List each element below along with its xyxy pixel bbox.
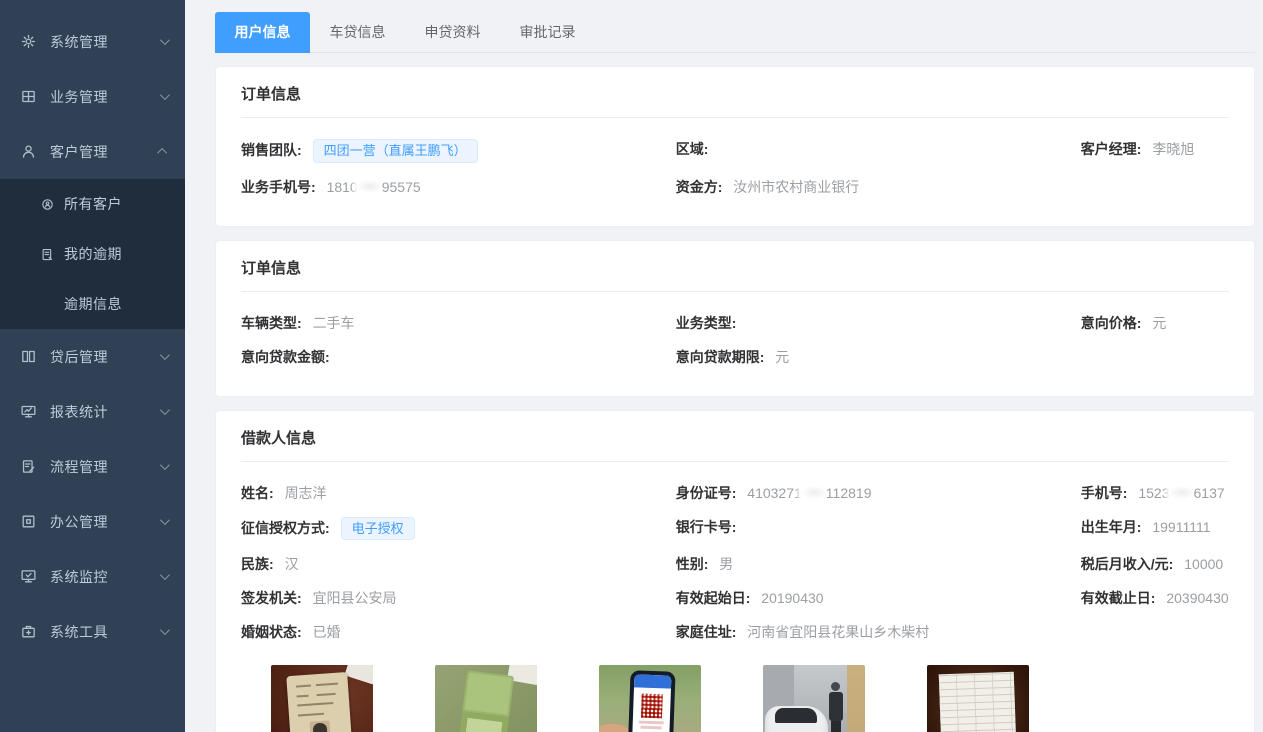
field-account-manager: 客户经理: 李晓旭: [1081, 132, 1229, 170]
book-icon: [20, 348, 37, 365]
field-ethnicity: 民族: 汉: [241, 547, 676, 581]
sidebar-item-label: 系统管理: [50, 32, 154, 52]
chevron-down-icon: [160, 515, 170, 525]
clipboard-icon: [20, 458, 37, 475]
document-photo-gallery: [241, 665, 1229, 732]
phone-qr-code-photo-thumbnail[interactable]: [599, 665, 701, 732]
field-birth-date: 出生年月: 19911111: [1081, 510, 1229, 548]
redaction-blur: [802, 486, 826, 499]
field-gender: 性别: 男: [676, 547, 1081, 581]
chevron-down-icon: [160, 90, 170, 100]
field-home-address: 家庭住址: 河南省宜阳县花果山乡木柴村: [676, 615, 1081, 649]
sidebar-item-business-management[interactable]: 业务管理: [0, 69, 185, 124]
sidebar-item-report-statistics[interactable]: 报表统计: [0, 384, 185, 439]
field-id-number: 身份证号: 4103271112819: [676, 476, 1081, 510]
field-valid-from: 有效起始日: 20190430: [676, 581, 1081, 615]
tab-approval-records[interactable]: 审批记录: [500, 12, 595, 53]
monitor-chart-icon: [20, 403, 37, 420]
id-card-photo-thumbnail[interactable]: [271, 665, 373, 732]
vehicle-license-photo-thumbnail[interactable]: [435, 665, 537, 732]
sidebar-item-label: 业务管理: [50, 87, 154, 107]
chevron-down-icon: [160, 405, 170, 415]
field-marital-status: 婚姻状态: 已婚: [241, 615, 676, 649]
grid-icon: [20, 88, 37, 105]
sidebar-item-label: 系统工具: [50, 622, 154, 642]
handwritten-document-photo-thumbnail[interactable]: [927, 665, 1029, 732]
document-icon: [40, 247, 55, 262]
monitor-check-icon: [20, 568, 37, 585]
sidebar-item-label: 系统监控: [50, 567, 154, 587]
customer-management-submenu: 所有客户 我的逾期 逾期信息: [0, 179, 185, 329]
sidebar-item-label: 报表统计: [50, 402, 154, 422]
sidebar-item-label: 办公管理: [50, 512, 154, 532]
borrower-info-card: 借款人信息 姓名: 周志洋 身份证号: 4103271112819 手机号: 1…: [215, 410, 1255, 732]
field-business-type: 业务类型:: [676, 306, 1081, 340]
field-fund-provider: 资金方: 汝州市农村商业银行: [676, 170, 1081, 204]
sidebar: 系统管理 业务管理 客户管理 所有客户: [0, 0, 185, 732]
field-vehicle-type: 车辆类型: 二手车: [241, 306, 676, 340]
sidebar-item-label: 客户管理: [50, 142, 154, 162]
field-name: 姓名: 周志洋: [241, 476, 676, 510]
field-intended-loan-term: 意向贷款期限: 元: [676, 340, 1081, 374]
field-valid-to: 有效截止日: 20390430: [1081, 581, 1229, 615]
peoples-icon: [40, 197, 55, 212]
person-with-car-photo-thumbnail[interactable]: [763, 665, 865, 732]
sidebar-item-process-management[interactable]: 流程管理: [0, 439, 185, 494]
sidebar-item-label: 所有客户: [64, 194, 185, 214]
chevron-up-icon: [157, 148, 167, 158]
square-in-square-icon: [20, 513, 37, 530]
chevron-down-icon: [160, 625, 170, 635]
field-mobile: 手机号: 15236137: [1081, 476, 1229, 510]
field-monthly-income: 税后月收入/元: 10000: [1081, 547, 1229, 581]
field-intended-loan-amount: 意向贷款金额:: [241, 340, 676, 374]
sidebar-item-all-customers[interactable]: 所有客户: [0, 179, 185, 229]
card-title: 订单信息: [241, 257, 1229, 292]
field-issuing-authority: 签发机关: 宜阳县公安局: [241, 581, 676, 615]
sidebar-item-label: 流程管理: [50, 457, 154, 477]
sidebar-item-system-monitor[interactable]: 系统监控: [0, 549, 185, 604]
order-info-card-2: 订单信息 车辆类型: 二手车 业务类型: 意向价格: 元 意向贷款金额:: [215, 240, 1255, 397]
chevron-down-icon: [160, 350, 170, 360]
tab-user-info[interactable]: 用户信息: [215, 12, 310, 53]
sidebar-item-system-management[interactable]: 系统管理: [0, 14, 185, 69]
credit-auth-tag: 电子授权: [341, 517, 415, 541]
field-sales-team: 销售团队: 四团一营（直属王鹏飞）: [241, 132, 676, 170]
sidebar-item-label: 我的逾期: [64, 244, 185, 264]
main-content: 用户信息 车贷信息 申贷资料 审批记录 订单信息 销售团队: 四团一营（直属王鹏…: [185, 0, 1263, 732]
field-business-phone: 业务手机号: 181095575: [241, 170, 676, 204]
toolbox-icon: [20, 623, 37, 640]
sidebar-item-label: 贷后管理: [50, 347, 154, 367]
detail-tabs: 用户信息 车贷信息 申贷资料 审批记录: [215, 12, 1255, 53]
tab-car-loan-info[interactable]: 车贷信息: [310, 12, 405, 53]
order-info-card-1: 订单信息 销售团队: 四团一营（直属王鹏飞） 区域: 客户经理: 李晓旭 业务手…: [215, 66, 1255, 227]
card-title: 借款人信息: [241, 427, 1229, 462]
chevron-down-icon: [160, 570, 170, 580]
app-window: 系统管理 业务管理 客户管理 所有客户: [0, 0, 1263, 732]
field-intended-price: 意向价格: 元: [1081, 306, 1229, 340]
field-bank-card: 银行卡号:: [676, 510, 1081, 548]
field-credit-auth-method: 征信授权方式: 电子授权: [241, 510, 676, 548]
sidebar-item-overdue-info[interactable]: 逾期信息: [0, 279, 185, 329]
sidebar-item-postloan-management[interactable]: 贷后管理: [0, 329, 185, 384]
sidebar-item-customer-management[interactable]: 客户管理: [0, 124, 185, 179]
tab-loan-application-docs[interactable]: 申贷资料: [405, 12, 500, 53]
chevron-down-icon: [160, 35, 170, 45]
user-icon: [20, 143, 37, 160]
redaction-blur: [1170, 486, 1194, 499]
sidebar-item-label: 逾期信息: [64, 294, 185, 314]
sidebar-item-office-management[interactable]: 办公管理: [0, 494, 185, 549]
sales-team-tag: 四团一营（直属王鹏飞）: [313, 139, 478, 163]
redaction-blur: [358, 180, 382, 193]
gear-icon: [20, 33, 37, 50]
card-title: 订单信息: [241, 83, 1229, 118]
chevron-down-icon: [160, 460, 170, 470]
sidebar-item-my-overdue[interactable]: 我的逾期: [0, 229, 185, 279]
sidebar-item-system-tools[interactable]: 系统工具: [0, 604, 185, 659]
field-region: 区域:: [676, 132, 1081, 170]
